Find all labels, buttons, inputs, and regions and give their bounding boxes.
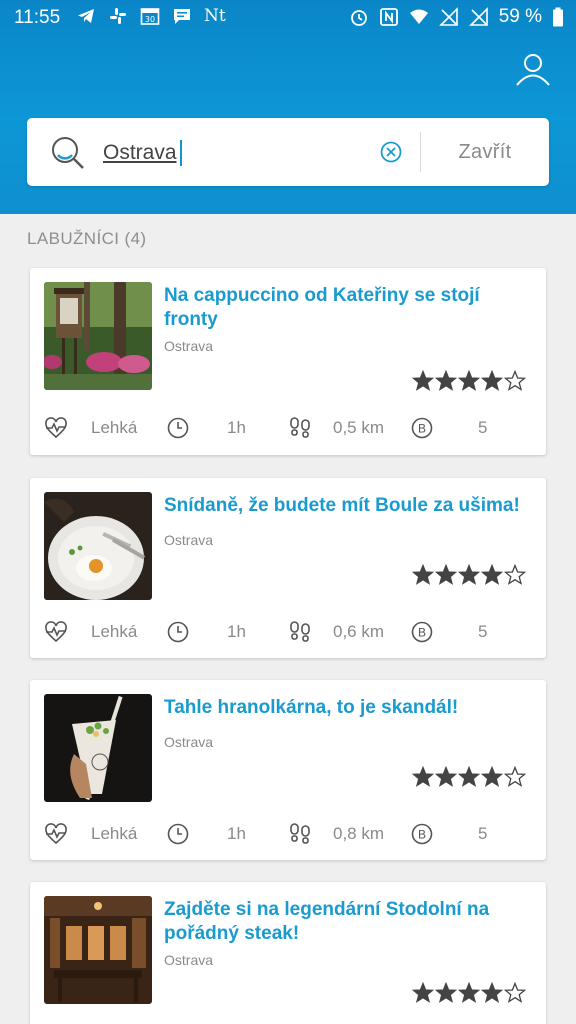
- notification-icons: 30 Nt: [76, 6, 226, 26]
- wifi-icon: [409, 7, 429, 27]
- status-bar: 11:55 30 Nt 59 %: [0, 0, 576, 36]
- result-card[interactable]: Tahle hranolkárna, to je skandál! Ostrav…: [30, 680, 546, 860]
- star-filled-icon: [435, 370, 457, 391]
- svg-text:B: B: [418, 626, 426, 640]
- points-icon: B: [410, 618, 434, 646]
- message-icon: [172, 6, 192, 26]
- rating-stars: [412, 766, 526, 788]
- no-signal-icon: [468, 7, 489, 27]
- star-filled-icon: [458, 370, 480, 391]
- star-filled-icon: [458, 564, 480, 585]
- no-signal-icon: [438, 7, 459, 27]
- star-filled-icon: [435, 766, 457, 787]
- points-icon: B: [410, 414, 434, 442]
- result-meta: Lehká 1h 0,8 km B 5: [44, 820, 534, 848]
- result-title: Tahle hranolkárna, to je skandál!: [164, 697, 459, 718]
- points-icon: B: [410, 820, 434, 848]
- star-filled-icon: [458, 982, 480, 1003]
- points-label: 5: [478, 824, 488, 843]
- rating-stars: [412, 564, 526, 586]
- profile-button[interactable]: [514, 50, 552, 88]
- search-box: Zavřít: [27, 118, 549, 186]
- heartbeat-icon: [44, 414, 68, 442]
- text-caret: [180, 140, 182, 166]
- star-filled-icon: [412, 982, 434, 1003]
- close-search-button[interactable]: Zavřít: [421, 118, 549, 186]
- user-icon: [516, 54, 550, 86]
- clock-icon: [166, 414, 190, 442]
- result-title: Na cappuccino od Kateřiny se stojí front…: [164, 285, 480, 330]
- star-filled-icon: [481, 370, 503, 391]
- status-time: 11:55: [14, 7, 61, 28]
- result-title: Zajděte si na legendární Stodolní na poř…: [164, 899, 490, 944]
- clear-search-icon[interactable]: [379, 140, 403, 164]
- result-card[interactable]: Snídaně, že budete mít Boule za ušima! O…: [30, 478, 546, 658]
- distance-label: 0,8 km: [333, 824, 385, 843]
- rating-stars: [412, 370, 526, 392]
- star-empty-icon: [504, 370, 526, 391]
- section-title: LABUŽNÍCI (4): [27, 229, 147, 248]
- header: 11:55 30 Nt 59 % Ostrava Zavřít: [0, 0, 576, 214]
- result-meta: Lehká 1h 0,5 km B 5: [44, 414, 534, 442]
- result-city: Ostrava: [164, 338, 214, 354]
- clock-icon: [166, 820, 190, 848]
- difficulty-label: Lehká: [91, 622, 138, 641]
- star-filled-icon: [435, 982, 457, 1003]
- calendar-icon: 30: [140, 6, 160, 26]
- points-label: 5: [478, 622, 488, 641]
- difficulty-label: Lehká: [91, 418, 138, 437]
- result-title: Snídaně, že budete mít Boule za ušima!: [164, 495, 520, 516]
- result-city: Ostrava: [164, 532, 214, 548]
- telegram-icon: [76, 6, 96, 26]
- battery-level: 59 %: [498, 6, 542, 27]
- star-filled-icon: [481, 766, 503, 787]
- battery-icon: [552, 7, 564, 27]
- star-empty-icon: [504, 766, 526, 787]
- search-icon: [52, 137, 84, 169]
- star-filled-icon: [412, 766, 434, 787]
- svg-text:30: 30: [145, 15, 155, 24]
- distance-label: 0,6 km: [333, 622, 385, 641]
- slack-icon: [108, 6, 128, 26]
- difficulty-label: Lehká: [91, 824, 138, 843]
- result-thumbnail: [44, 896, 152, 1004]
- star-filled-icon: [412, 564, 434, 585]
- alarm-icon: [349, 7, 369, 27]
- result-city: Ostrava: [164, 952, 214, 968]
- star-empty-icon: [504, 982, 526, 1003]
- result-thumbnail: [44, 492, 152, 600]
- result-card[interactable]: Zajděte si na legendární Stodolní na poř…: [30, 882, 546, 1024]
- star-filled-icon: [458, 766, 480, 787]
- clock-icon: [166, 618, 190, 646]
- star-filled-icon: [412, 370, 434, 391]
- system-icons: 59 %: [349, 6, 564, 28]
- svg-text:B: B: [418, 828, 426, 842]
- footsteps-icon: [288, 414, 312, 442]
- duration-label: 1h: [227, 418, 246, 437]
- svg-text:B: B: [418, 422, 426, 436]
- result-thumbnail: [44, 694, 152, 802]
- result-meta: Lehká 1h 0,6 km B 5: [44, 618, 534, 646]
- footsteps-icon: [288, 618, 312, 646]
- star-filled-icon: [481, 564, 503, 585]
- result-city: Ostrava: [164, 734, 214, 750]
- duration-label: 1h: [227, 824, 246, 843]
- star-filled-icon: [435, 564, 457, 585]
- nfc-icon: [379, 7, 399, 27]
- footsteps-icon: [288, 820, 312, 848]
- search-input[interactable]: [103, 136, 383, 170]
- points-label: 5: [478, 418, 488, 437]
- heartbeat-icon: [44, 820, 68, 848]
- result-card[interactable]: Na cappuccino od Kateřiny se stojí front…: [30, 268, 546, 455]
- rating-stars: [412, 982, 526, 1004]
- status-nt-label: Nt: [204, 6, 226, 26]
- heartbeat-icon: [44, 618, 68, 646]
- star-filled-icon: [481, 982, 503, 1003]
- result-thumbnail: [44, 282, 152, 390]
- duration-label: 1h: [227, 622, 246, 641]
- distance-label: 0,5 km: [333, 418, 385, 437]
- star-empty-icon: [504, 564, 526, 585]
